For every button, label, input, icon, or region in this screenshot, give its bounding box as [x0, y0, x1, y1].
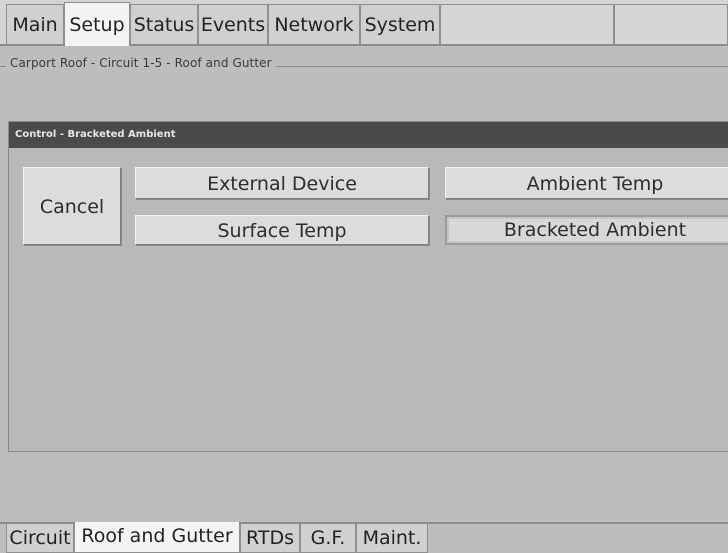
tab-rtds[interactable]: RTDs	[240, 524, 300, 553]
bracketed-ambient-button[interactable]: Bracketed Ambient	[445, 215, 728, 245]
tab-empty-slot	[614, 4, 728, 44]
ambient-temp-button[interactable]: Ambient Temp	[445, 167, 728, 199]
tab-system[interactable]: System	[360, 4, 440, 44]
top-tab-bar: Main Setup Status Events Network System	[0, 0, 728, 46]
dialog-title: Control - Bracketed Ambient	[9, 122, 728, 148]
tab-gf[interactable]: G.F.	[300, 524, 356, 553]
tab-empty-slot	[440, 4, 614, 44]
cancel-button[interactable]: Cancel	[23, 167, 121, 245]
external-device-button[interactable]: External Device	[135, 167, 429, 199]
tab-events[interactable]: Events	[198, 4, 268, 44]
tab-setup[interactable]: Setup	[64, 2, 130, 46]
tab-maint[interactable]: Maint.	[356, 524, 428, 553]
tab-circuit[interactable]: Circuit	[6, 524, 74, 553]
bottom-tab-bar: Circuit Roof and Gutter RTDs G.F. Maint.	[0, 522, 728, 553]
tab-status[interactable]: Status	[130, 4, 198, 44]
tab-network[interactable]: Network	[268, 4, 360, 44]
breadcrumb: Carport Roof - Circuit 1-5 - Roof and Gu…	[6, 56, 276, 70]
tab-roof-and-gutter[interactable]: Roof and Gutter	[74, 522, 240, 553]
surface-temp-button[interactable]: Surface Temp	[135, 215, 429, 245]
tab-main[interactable]: Main	[6, 4, 64, 44]
control-dialog: Control - Bracketed Ambient Cancel Exter…	[8, 121, 728, 452]
